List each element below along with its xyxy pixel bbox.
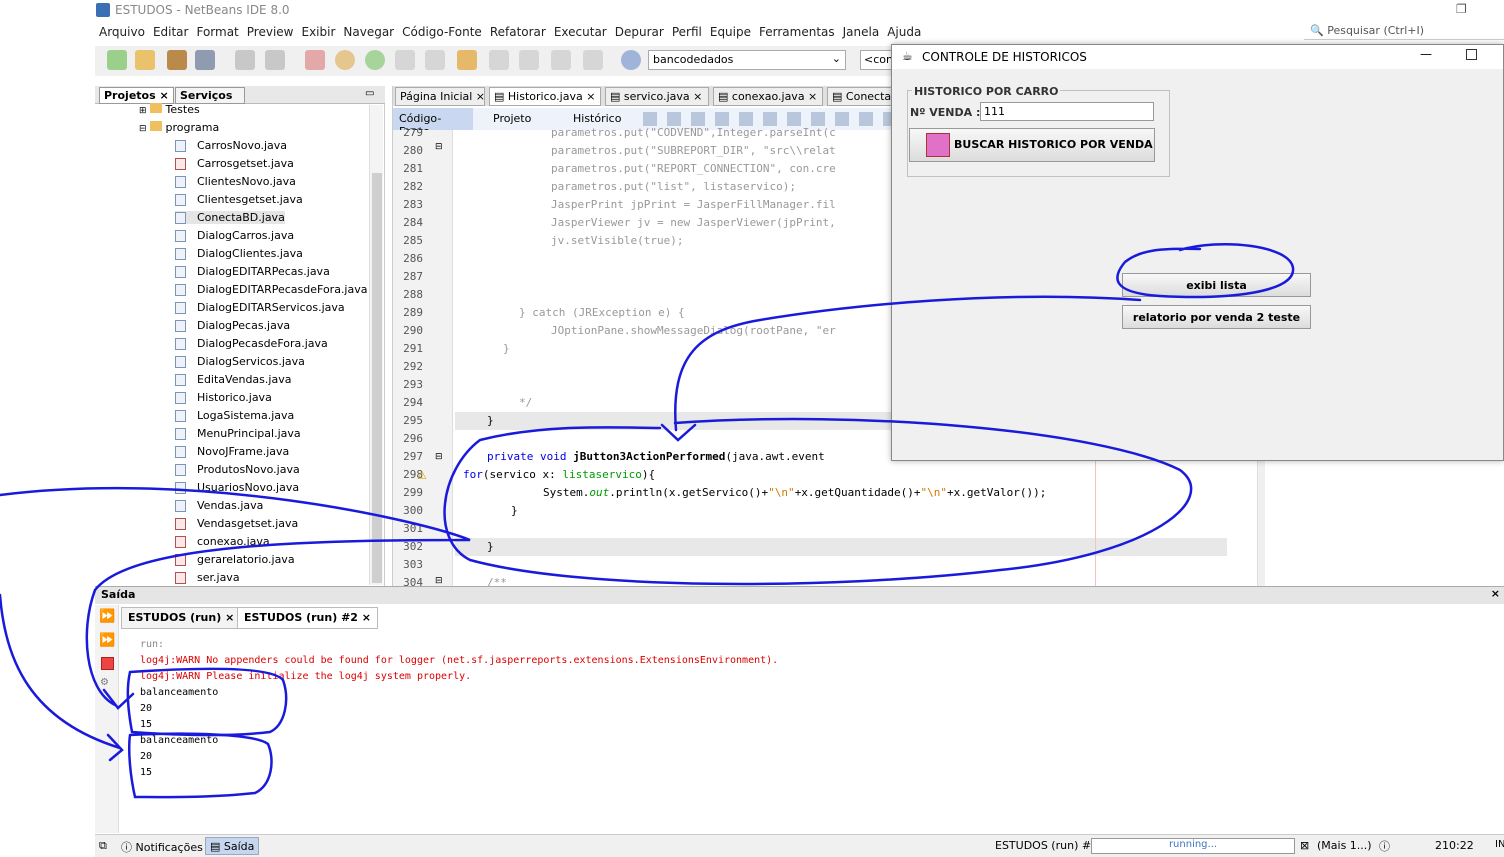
annotation-arrow-left-2: [0, 593, 124, 762]
annotation-box-output-2: [127, 732, 273, 799]
annotation-overlay: [0, 242, 1295, 799]
annotation-arrow-to-code: [660, 295, 1142, 442]
annotation-circle-button: [1116, 242, 1295, 299]
annotation-circle-code: [443, 417, 1193, 586]
annotation-arrow-left-1: [0, 486, 471, 710]
annotation-box-output-1: [126, 667, 288, 737]
